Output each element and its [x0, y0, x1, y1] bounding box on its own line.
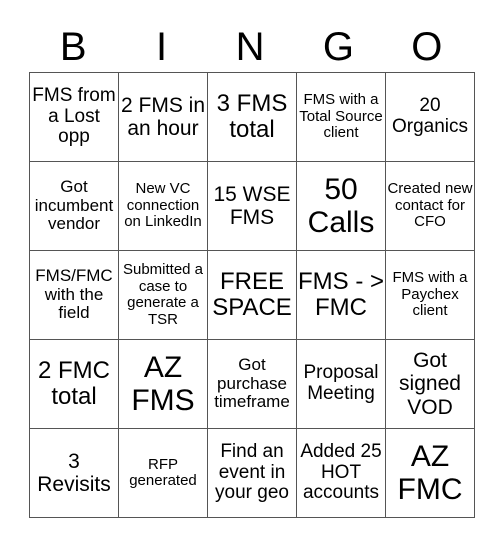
- bingo-cell[interactable]: 2 FMC total: [29, 339, 119, 429]
- bingo-cell[interactable]: 3 Revisits: [29, 428, 119, 518]
- board-row: FMS from a Lost opp 2 FMS in an hour 3 F…: [29, 72, 475, 162]
- header-letter-i: I: [156, 25, 168, 69]
- bingo-cell[interactable]: RFP generated: [118, 428, 208, 518]
- bingo-cell[interactable]: Proposal Meeting: [296, 339, 386, 429]
- header-letter-g: G: [322, 25, 354, 69]
- bingo-cell[interactable]: Got purchase timeframe: [207, 339, 297, 429]
- bingo-cell[interactable]: Find an event in your geo: [207, 428, 297, 518]
- bingo-cell[interactable]: FMS - > FMC: [296, 250, 386, 340]
- header-letter-n: N: [235, 25, 265, 69]
- bingo-cell[interactable]: Added 25 HOT accounts: [296, 428, 386, 518]
- bingo-cell[interactable]: AZ FMC: [385, 428, 475, 518]
- header-letter-b: B: [59, 25, 87, 69]
- bingo-cell[interactable]: 3 FMS total: [207, 72, 297, 162]
- bingo-cell[interactable]: New VC connection on LinkedIn: [118, 161, 208, 251]
- bingo-cell[interactable]: AZ FMS: [118, 339, 208, 429]
- bingo-cell[interactable]: 2 FMS in an hour: [118, 72, 208, 162]
- bingo-cell[interactable]: FMS from a Lost opp: [29, 72, 119, 162]
- bingo-cell[interactable]: FREE SPACE: [207, 250, 297, 340]
- bingo-cell[interactable]: 15 WSE FMS: [207, 161, 297, 251]
- bingo-cell[interactable]: Got signed VOD: [385, 339, 475, 429]
- bingo-board: FMS from a Lost opp 2 FMS in an hour 3 F…: [29, 72, 475, 518]
- bingo-cell[interactable]: 20 Organics: [385, 72, 475, 162]
- bingo-cell[interactable]: FMS with a Paychex client: [385, 250, 475, 340]
- bingo-header: B I N G O: [29, 22, 471, 72]
- header-letter-o: O: [411, 25, 443, 69]
- bingo-cell[interactable]: FMS/FMC with the field: [29, 250, 119, 340]
- board-row: 3 Revisits RFP generated Find an event i…: [29, 428, 475, 518]
- board-row: 2 FMC total AZ FMS Got purchase timefram…: [29, 339, 475, 429]
- bingo-cell[interactable]: FMS with a Total Source client: [296, 72, 386, 162]
- bingo-cell[interactable]: Created new contact for CFO: [385, 161, 475, 251]
- bingo-cell[interactable]: 50 Calls: [296, 161, 386, 251]
- board-row: Got incumbent vendor New VC connection o…: [29, 161, 475, 251]
- bingo-cell[interactable]: Submitted a case to generate a TSR: [118, 250, 208, 340]
- board-row: FMS/FMC with the field Submitted a case …: [29, 250, 475, 340]
- bingo-cell[interactable]: Got incumbent vendor: [29, 161, 119, 251]
